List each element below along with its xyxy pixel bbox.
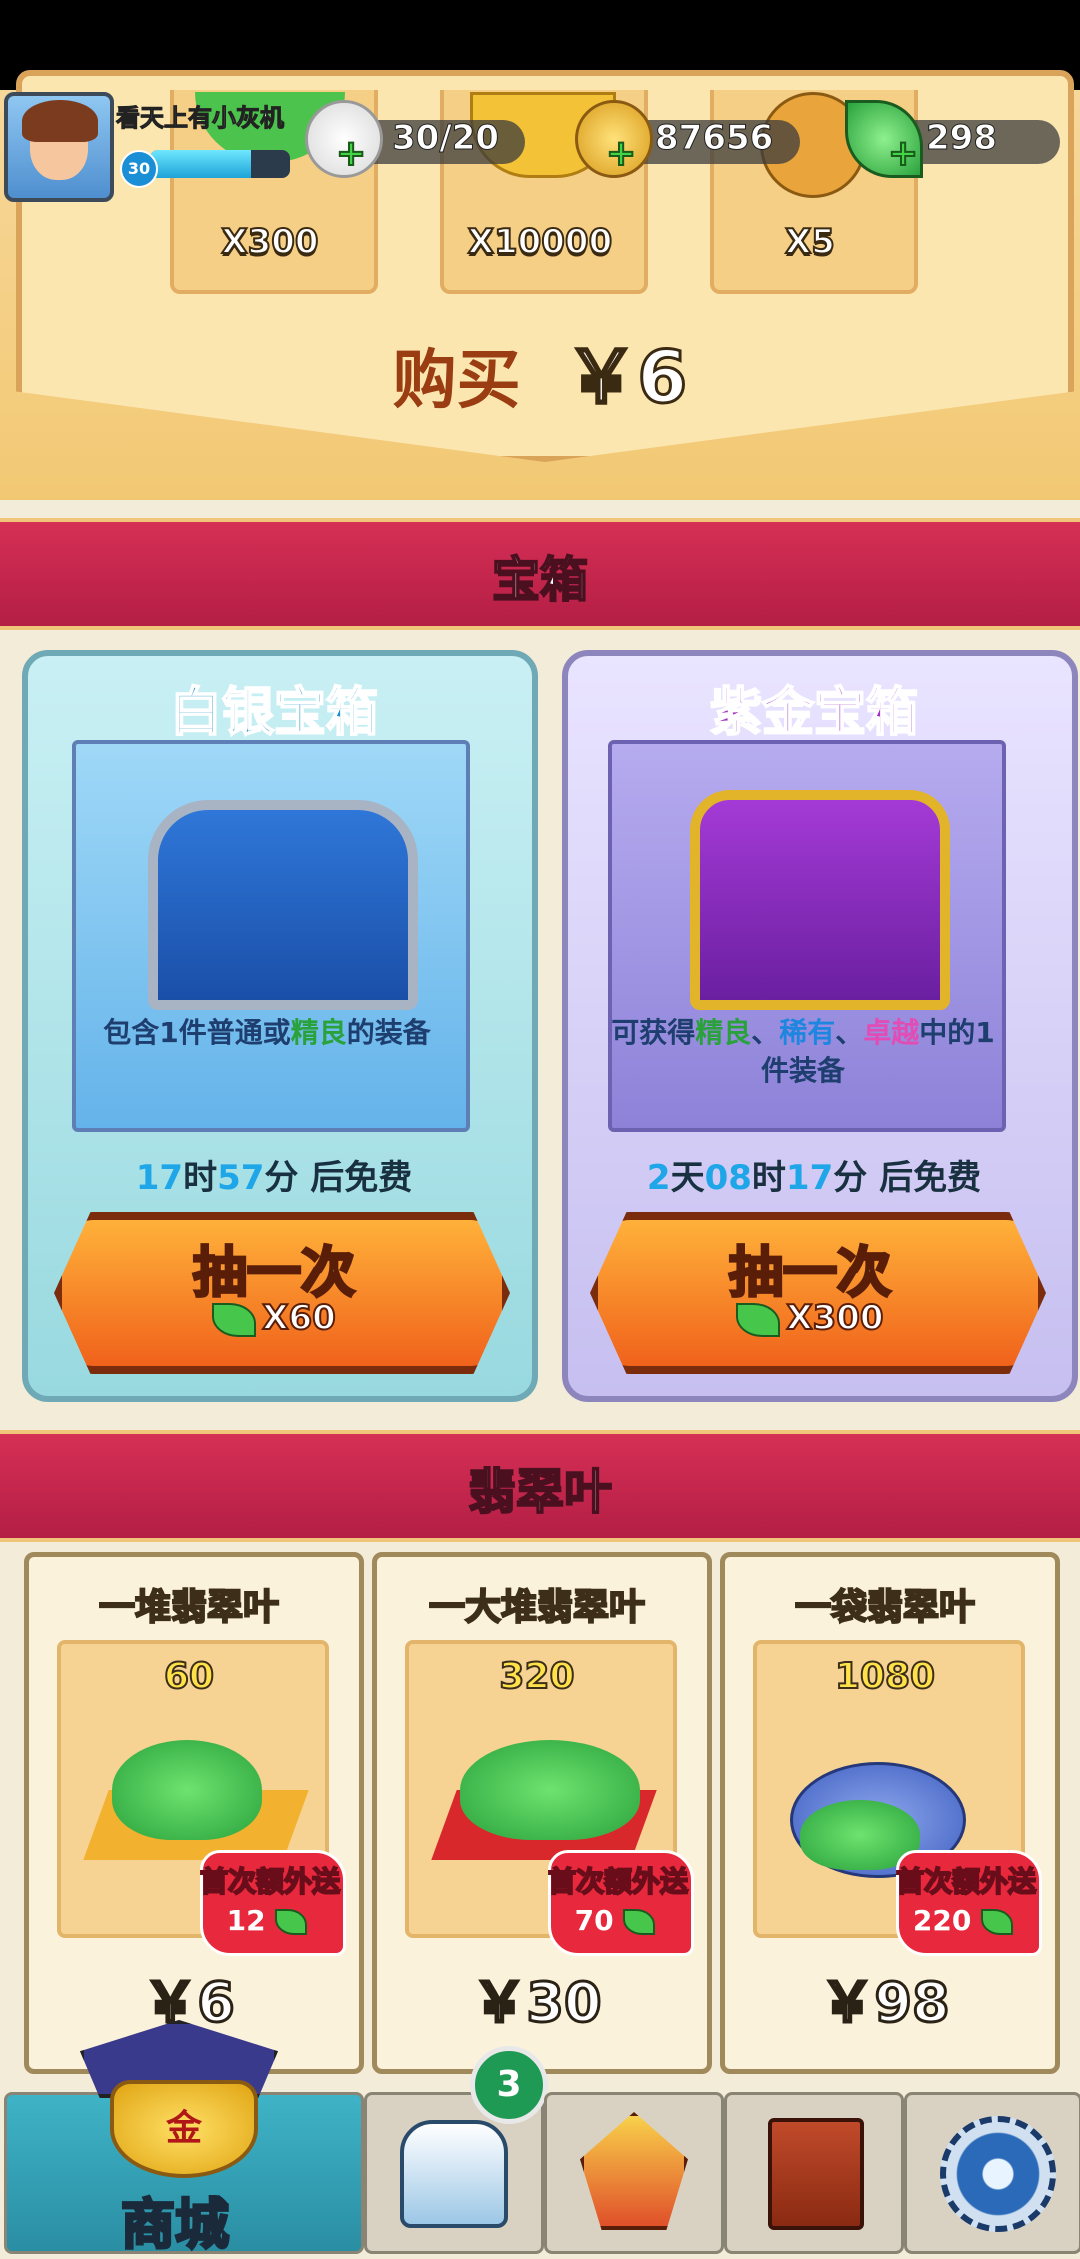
desc-text: 可获得	[611, 1016, 696, 1049]
draw-label: 抽一次	[192, 1240, 357, 1306]
section-title: 翡翠叶	[467, 1463, 613, 1521]
level-badge: 30	[120, 150, 158, 188]
buy-price: ￥6	[564, 334, 689, 421]
timer-hours: 17	[135, 1158, 184, 1198]
desc-text: 包含1件普通或	[103, 1016, 291, 1049]
draw-cost: X300	[590, 1297, 1030, 1339]
timer-unit: 时	[751, 1158, 786, 1198]
exp-bar	[150, 150, 290, 178]
leaves-value: 298	[926, 118, 998, 159]
chest-description: 包含1件普通或精良的装备	[72, 1014, 462, 1052]
pack-count: X10000	[467, 221, 614, 263]
leaf-pack-amount: 1080	[834, 1655, 936, 1698]
timer-hours: 08	[704, 1158, 752, 1198]
book-icon	[768, 2118, 864, 2230]
cost-value: X60	[261, 1297, 337, 1339]
free-timer: 17时57分 后免费	[22, 1150, 526, 1199]
stamina-value: 30/20	[391, 118, 500, 159]
bonus-label: 首次额外送	[547, 1864, 689, 1899]
chest-title: 紫金宝箱	[709, 682, 919, 744]
add-leaves-button[interactable]: +	[887, 135, 919, 173]
chest-description: 可获得精良、稀有、卓越中的1件装备	[608, 1014, 998, 1090]
avatar-hair	[22, 100, 98, 142]
cost-value: X300	[785, 1297, 884, 1339]
leaf-pack-name: 一堆翡翠叶	[98, 1586, 280, 1629]
leaf-pack-amount: 320	[498, 1655, 575, 1698]
desc-text: 、	[751, 1016, 780, 1049]
bonus-amount: 12	[226, 1904, 266, 1937]
leaf-icon	[981, 1909, 1014, 1935]
leaf-pile-icon	[112, 1740, 262, 1840]
draw-label: 抽一次	[728, 1240, 893, 1306]
timer-minutes: 17	[785, 1158, 834, 1198]
leaf-pile-icon	[460, 1740, 640, 1840]
shop-icon: 金	[110, 2080, 258, 2178]
player-avatar[interactable]	[4, 92, 114, 202]
leaf-icon	[275, 1909, 308, 1935]
timer-minutes: 57	[217, 1158, 265, 1198]
bonus-amount: 70	[574, 1904, 614, 1937]
leaf-icon	[212, 1302, 257, 1337]
timer-unit: 分	[264, 1158, 299, 1198]
chest-title: 白银宝箱	[169, 682, 379, 744]
timer-days: 2	[646, 1158, 671, 1198]
leaf-pack-price: ￥30	[471, 1970, 603, 2036]
pack-count: X300	[220, 221, 319, 263]
desc-quality-fine: 精良	[290, 1016, 347, 1049]
leaf-icon	[623, 1909, 656, 1935]
leaf-pack-amount: 60	[163, 1655, 215, 1698]
nav-label-shop: 商城	[120, 2192, 231, 2258]
buy-label: 购买	[392, 344, 521, 418]
gold-chest-icon	[690, 790, 950, 1010]
armor-icon	[400, 2120, 508, 2228]
desc-quality-fine: 精良	[695, 1016, 752, 1049]
free-timer: 2天08时17分 后免费	[562, 1150, 1066, 1199]
add-stamina-button[interactable]: +	[335, 135, 367, 173]
bonus-label: 首次额外送	[199, 1864, 341, 1899]
bonus-amount: 220	[912, 1904, 972, 1937]
timer-suffix: 后免费	[867, 1158, 982, 1198]
exp-fill	[150, 150, 251, 178]
gold-value: 87656	[654, 118, 774, 159]
bonus-value: 220	[896, 1904, 1036, 1937]
bonus-value: 70	[548, 1904, 688, 1937]
desc-text: 、	[835, 1016, 864, 1049]
desc-quality-rare: 稀有	[779, 1016, 836, 1049]
draw-cost: X60	[54, 1297, 494, 1339]
silver-chest-icon	[148, 800, 418, 1010]
desc-quality-excellent: 卓越	[863, 1016, 920, 1049]
desc-text: 的装备	[346, 1016, 431, 1049]
leaf-pack-name: 一袋翡翠叶	[794, 1586, 976, 1629]
timer-suffix: 后免费	[298, 1158, 413, 1198]
timer-unit: 时	[183, 1158, 218, 1198]
add-gold-button[interactable]: +	[605, 135, 637, 173]
pack-count: X5	[784, 221, 836, 263]
leaf-icon	[736, 1302, 781, 1337]
leaf-pack-price: ￥98	[819, 1970, 951, 2036]
username: 看天上有小灰机	[116, 104, 285, 133]
section-title: 宝箱	[491, 551, 589, 609]
bonus-label: 首次额外送	[895, 1864, 1037, 1899]
bonus-value: 12	[200, 1904, 340, 1937]
notification-badge: 3	[470, 2046, 548, 2124]
timer-unit: 天	[670, 1158, 705, 1198]
settings-gear-icon	[940, 2116, 1056, 2232]
buy-pack-button[interactable]: 购买 ￥6	[0, 318, 1080, 423]
leaf-pack-name: 一大堆翡翠叶	[428, 1586, 646, 1629]
timer-unit: 分	[833, 1158, 868, 1198]
